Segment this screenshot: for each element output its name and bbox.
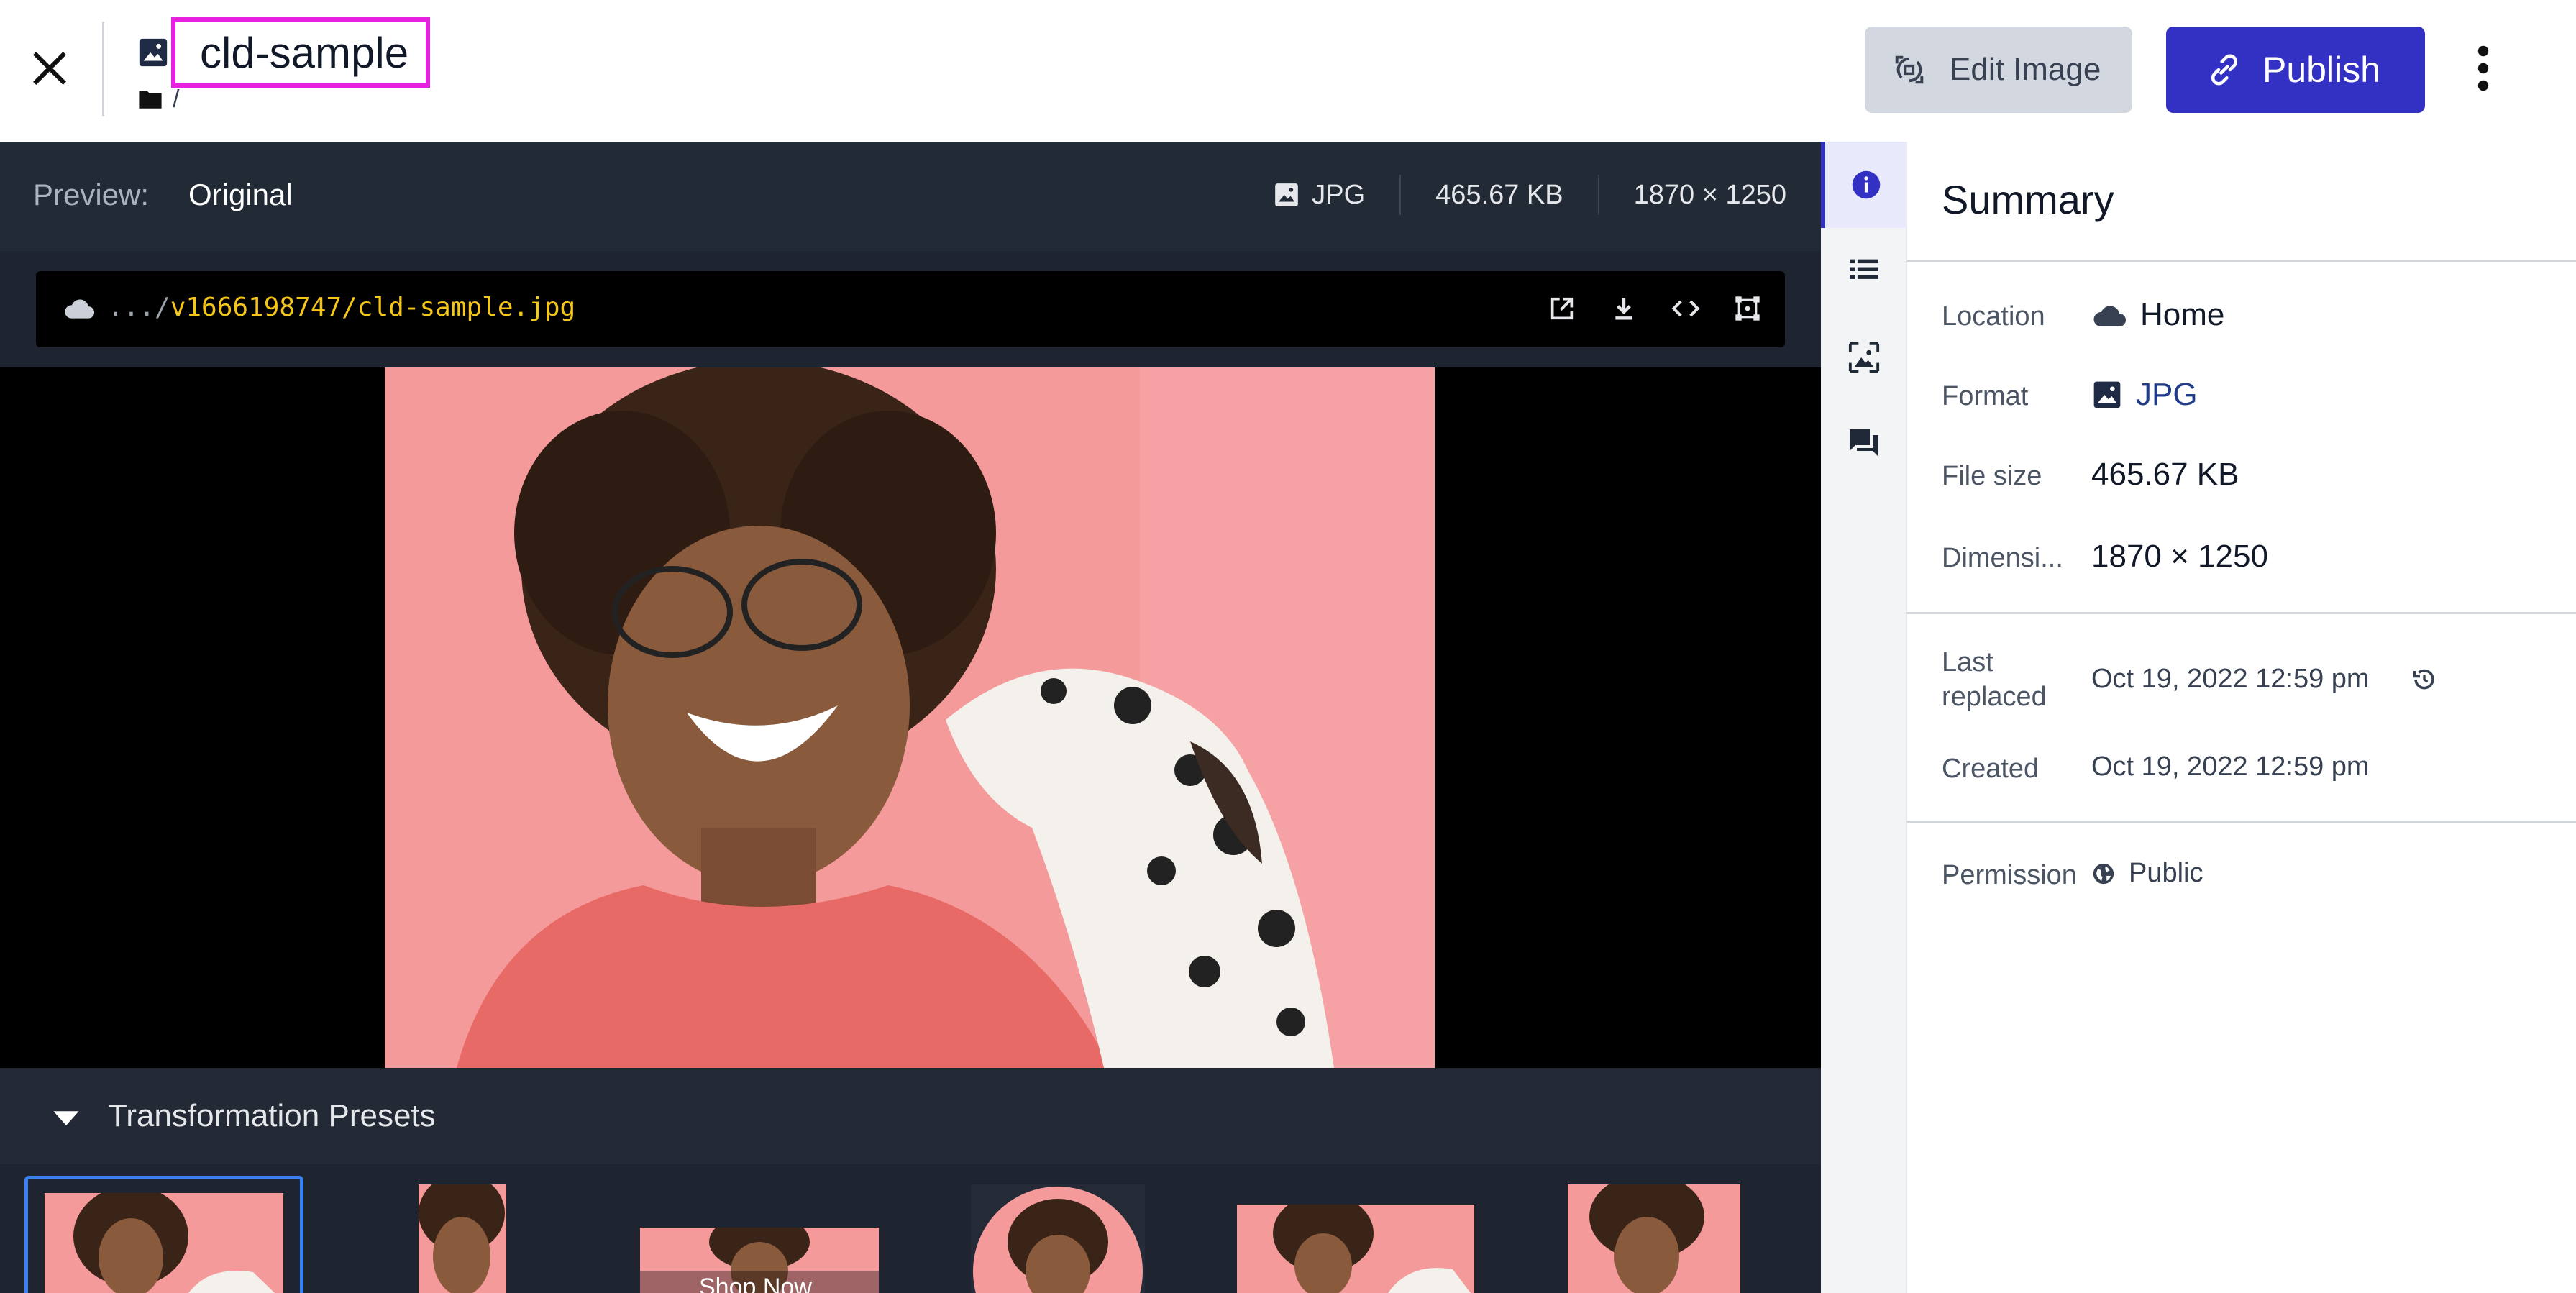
preview-toolbar: Preview: Original JPG 465.67 KB 1870 × 1… [0, 142, 1821, 251]
rail-summary-tab[interactable] [1821, 142, 1907, 228]
url-prefix: .../ [108, 293, 170, 322]
history-icon[interactable] [2411, 667, 2437, 693]
location-value[interactable]: Home [2091, 297, 2224, 333]
open-external-icon [1550, 297, 1574, 320]
code-icon [1671, 300, 1700, 317]
created-text: Oct 19, 2022 12:59 pm [2091, 751, 2370, 782]
more-options-button[interactable] [2459, 36, 2507, 101]
crop-icon [1735, 296, 1760, 321]
edit-image-button[interactable]: Edit Image [1865, 27, 2132, 113]
cloud-icon [2093, 306, 2126, 326]
preview-size: 465.67 KB [1399, 175, 1597, 215]
embed-code-button[interactable] [1668, 291, 1703, 326]
delivery-url[interactable]: .../v1666198747/cld-sample.jpg [108, 293, 575, 322]
summary-panel: Summary Location Home Format JPG File si… [1907, 142, 2576, 1293]
summary-divider-2 [1907, 612, 2576, 614]
folder-icon [139, 91, 162, 109]
preset-thumb-wide[interactable] [1237, 1205, 1474, 1293]
format-value: JPG [2091, 377, 2198, 413]
edit-image-label: Edit Image [1950, 52, 2101, 87]
preview-image[interactable] [385, 367, 1435, 1068]
preview-dimensions: 1870 × 1250 [1597, 175, 1786, 215]
summary-divider-3 [1907, 821, 2576, 823]
presets-strip: Shop Now [0, 1164, 1821, 1293]
last-replaced-text: Oct 19, 2022 12:59 pm [2091, 664, 2370, 694]
permission-label: Permission [1942, 860, 2077, 890]
preview-meta: JPG 465.67 KB 1870 × 1250 [1238, 175, 1786, 215]
globe-icon [2093, 863, 2114, 884]
image-stage [0, 367, 1821, 1068]
header-divider [102, 22, 104, 116]
preview-format-text: JPG [1312, 179, 1366, 210]
preset-thumb-square[interactable] [1568, 1184, 1740, 1293]
created-value: Oct 19, 2022 12:59 pm [2091, 751, 2370, 782]
location-text: Home [2140, 297, 2225, 332]
triangle-down-icon[interactable] [50, 1107, 82, 1128]
download-icon [1615, 298, 1632, 320]
preview-format: JPG [1238, 175, 1399, 215]
rail-metadata-tab[interactable] [1821, 228, 1907, 314]
close-icon [33, 52, 66, 85]
filesize-text: 465.67 KB [2091, 457, 2239, 492]
related-icon [1848, 342, 1880, 373]
preset-thumb-circle[interactable] [971, 1184, 1145, 1293]
breadcrumb[interactable]: / [138, 85, 179, 114]
location-label: Location [1942, 301, 2045, 332]
edit-image-icon [1895, 55, 1924, 84]
summary-divider-1 [1907, 260, 2576, 262]
delivery-url-bar: .../v1666198747/cld-sample.jpg [36, 271, 1785, 347]
dimensions-value: 1870 × 1250 [2091, 539, 2268, 575]
last-replaced-label-1: Last [1942, 647, 1993, 677]
breadcrumb-path: / [173, 85, 180, 113]
format-text: JPG [2136, 377, 2198, 412]
format-label: Format [1942, 381, 2029, 411]
presets-title: Transformation Presets [108, 1098, 436, 1133]
preview-label: Preview: [33, 178, 150, 211]
summary-title: Summary [1942, 177, 2114, 222]
preset-thumb-portrait[interactable] [419, 1184, 506, 1293]
last-replaced-label-2: replaced [1942, 682, 2047, 712]
close-button[interactable] [26, 45, 73, 92]
url-tools [1545, 291, 1765, 326]
filesize-value: 465.67 KB [2091, 457, 2239, 493]
filesize-label: File size [1942, 461, 2042, 491]
preview-mode[interactable]: Original [188, 178, 293, 212]
publish-label: Publish [2262, 50, 2380, 90]
link-icon [2211, 54, 2238, 86]
dimensions-text: 1870 × 1250 [2091, 539, 2268, 574]
preview-dimensions-text: 1870 × 1250 [1633, 179, 1786, 210]
kebab-icon [2477, 45, 2489, 91]
publish-button[interactable]: Publish [2166, 27, 2425, 113]
crop-focus-button[interactable] [1730, 291, 1765, 326]
side-rail [1821, 142, 1907, 1293]
comments-icon [1850, 429, 1878, 457]
image-icon [2093, 381, 2121, 408]
created-label: Created [1942, 754, 2040, 784]
image-icon [1275, 183, 1299, 206]
asset-name[interactable]: cld-sample [200, 28, 408, 78]
permission-text: Public [2129, 858, 2203, 888]
cloud-icon [65, 299, 95, 319]
url-path: v1666198747/cld-sample.jpg [170, 293, 576, 322]
rail-comments-tab[interactable] [1821, 401, 1907, 487]
permission-value[interactable]: Public [2091, 858, 2203, 889]
preset-thumb-original[interactable] [45, 1193, 283, 1293]
preset-thumb-overlay-text: Shop Now [699, 1274, 812, 1293]
rail-related-tab[interactable] [1821, 314, 1907, 401]
info-icon [1852, 170, 1881, 199]
preview-area: Preview: Original JPG 465.67 KB 1870 × 1… [0, 142, 1821, 1293]
top-bar: cld-sample / Edit Image Publish [0, 0, 2576, 142]
open-url-button[interactable] [1545, 291, 1579, 326]
download-button[interactable] [1607, 291, 1641, 326]
preview-size-text: 465.67 KB [1435, 179, 1563, 210]
dimensions-label: Dimensi... [1942, 543, 2063, 573]
image-icon [139, 38, 168, 67]
asset-name-highlight: cld-sample [171, 17, 430, 88]
metadata-icon [1850, 259, 1878, 279]
presets-header[interactable]: Transformation Presets [0, 1069, 1821, 1164]
last-replaced-value: Oct 19, 2022 12:59 pm [2091, 664, 2437, 695]
